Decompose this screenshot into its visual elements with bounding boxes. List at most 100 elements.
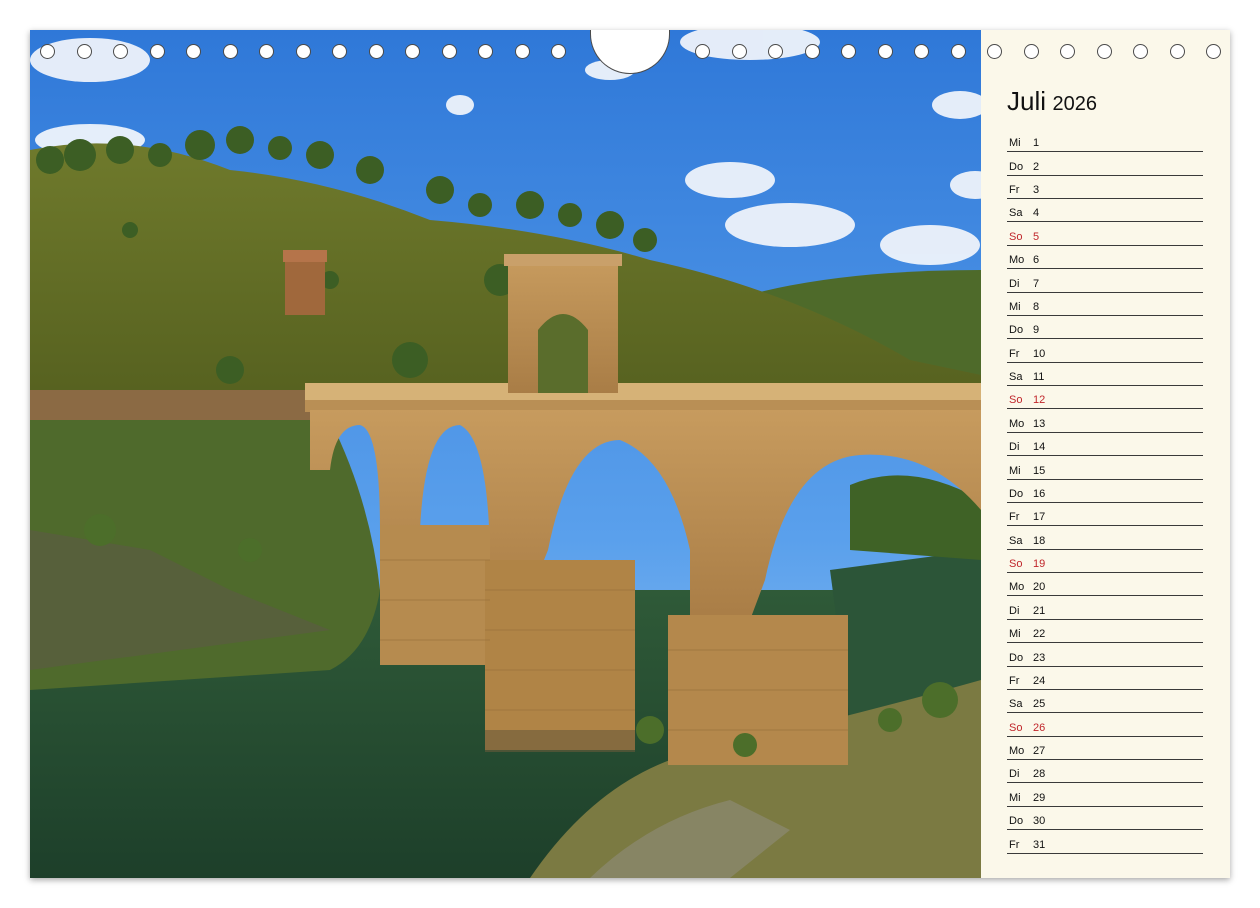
day-row: So 12 — [1007, 387, 1203, 410]
day-row: Di 7 — [1007, 270, 1203, 293]
day-number: 6 — [1033, 254, 1040, 267]
weekday-label: Mi — [1009, 791, 1021, 804]
weekday-label: Sa — [1009, 371, 1023, 384]
weekday-label: Fr — [1009, 511, 1020, 524]
calendar-photo — [30, 30, 981, 878]
day-row: So 5 — [1007, 224, 1203, 246]
day-number: 26 — [1033, 721, 1046, 734]
day-row: Sa 4 — [1007, 200, 1203, 223]
weekday-label: Do — [1009, 324, 1024, 337]
weekday-label: So — [1009, 721, 1023, 734]
day-row: Sa 25 — [1007, 691, 1203, 714]
day-number: 12 — [1033, 394, 1046, 407]
day-row: Do 16 — [1007, 481, 1203, 503]
day-number: 25 — [1033, 698, 1046, 711]
weekday-label: Do — [1009, 651, 1024, 664]
day-number: 22 — [1033, 628, 1046, 641]
roman-bridge-landscape-image — [30, 30, 981, 878]
day-number: 21 — [1033, 604, 1046, 617]
day-row: Sa 11 — [1007, 364, 1203, 387]
weekday-label: So — [1009, 558, 1023, 571]
weekday-label: Di — [1009, 277, 1020, 290]
weekday-label: Mo — [1009, 417, 1025, 430]
day-number: 4 — [1033, 207, 1040, 220]
weekday-label: Sa — [1009, 207, 1023, 220]
day-number: 15 — [1033, 464, 1046, 477]
day-row: Fr 31 — [1007, 831, 1203, 854]
day-row: Di 14 — [1007, 434, 1203, 457]
weekday-label: Di — [1009, 441, 1020, 454]
day-number: 19 — [1033, 558, 1046, 571]
day-number: 31 — [1033, 838, 1046, 851]
day-number: 8 — [1033, 300, 1040, 313]
day-number: 1 — [1033, 137, 1040, 150]
day-number: 11 — [1033, 371, 1045, 384]
day-number: 2 — [1033, 160, 1040, 173]
day-number: 13 — [1033, 417, 1046, 430]
weekday-label: Sa — [1009, 534, 1023, 547]
weekday-label: Mo — [1009, 745, 1025, 758]
day-number: 27 — [1033, 745, 1046, 758]
day-number: 20 — [1033, 581, 1046, 594]
day-number: 3 — [1033, 184, 1040, 197]
weekday-label: So — [1009, 230, 1023, 243]
day-number: 10 — [1033, 347, 1046, 360]
day-row: So 26 — [1007, 714, 1203, 737]
day-row: Fr 3 — [1007, 177, 1203, 200]
weekday-label: Fr — [1009, 184, 1020, 197]
weekday-label: Di — [1009, 604, 1020, 617]
day-number: 14 — [1033, 441, 1046, 454]
weekday-label: Mi — [1009, 137, 1021, 150]
day-row: Di 28 — [1007, 761, 1203, 784]
day-row: Mi 1 — [1007, 130, 1203, 153]
day-row: Do 30 — [1007, 808, 1203, 831]
month-year: 2026 — [1052, 93, 1097, 115]
day-list: Mi 1 Do 2 Fr 3 Sa 4 So 5 Mo 6 Di 7 Mi 8 Do 9 Fr 10 Sa 11 So 12 M… — [1007, 130, 1203, 855]
day-row: Mo 13 — [1007, 411, 1203, 433]
day-row: Di 21 — [1007, 598, 1203, 620]
day-row: Mo 20 — [1007, 574, 1203, 597]
weekday-label: Fr — [1009, 347, 1020, 360]
day-row: Fr 17 — [1007, 504, 1203, 527]
weekday-label: Do — [1009, 815, 1024, 828]
weekday-label: Sa — [1009, 698, 1023, 711]
weekday-label: Mi — [1009, 300, 1021, 313]
weekday-label: Mi — [1009, 464, 1021, 477]
day-row: Mi 8 — [1007, 294, 1203, 316]
month-heading: Juli 2026 — [1007, 86, 1097, 117]
weekday-label: Di — [1009, 768, 1020, 781]
weekday-label: Mi — [1009, 628, 1021, 641]
weekday-label: So — [1009, 394, 1023, 407]
weekday-label: Do — [1009, 487, 1024, 500]
day-number: 9 — [1033, 324, 1040, 337]
day-number: 30 — [1033, 815, 1046, 828]
day-number: 7 — [1033, 277, 1040, 290]
weekday-label: Mo — [1009, 254, 1025, 267]
day-number: 16 — [1033, 487, 1046, 500]
day-row: Mo 27 — [1007, 738, 1203, 761]
calendar-page: Juli 2026 Mi 1 Do 2 Fr 3 Sa 4 So 5 Mo 6 Di 7 Mi 8 Do 9 Fr 1… — [30, 30, 1230, 878]
day-row: Sa 18 — [1007, 527, 1203, 550]
day-row: Mi 22 — [1007, 621, 1203, 644]
month-name: Juli — [1007, 86, 1047, 116]
day-row: Mi 15 — [1007, 457, 1203, 480]
day-row: Fr 10 — [1007, 340, 1203, 363]
day-row: Mi 29 — [1007, 785, 1203, 807]
day-row: Mo 6 — [1007, 247, 1203, 270]
day-number: 24 — [1033, 674, 1046, 687]
day-row: So 19 — [1007, 551, 1203, 574]
day-row: Do 9 — [1007, 317, 1203, 340]
day-number: 18 — [1033, 534, 1046, 547]
day-number: 28 — [1033, 768, 1046, 781]
weekday-label: Fr — [1009, 838, 1020, 851]
weekday-label: Fr — [1009, 674, 1020, 687]
day-row: Do 23 — [1007, 644, 1203, 667]
day-number: 17 — [1033, 511, 1046, 524]
weekday-label: Do — [1009, 160, 1024, 173]
day-number: 23 — [1033, 651, 1046, 664]
calendar-month-panel: Juli 2026 Mi 1 Do 2 Fr 3 Sa 4 So 5 Mo 6 Di 7 Mi 8 Do 9 Fr 1… — [981, 30, 1230, 878]
day-row: Fr 24 — [1007, 668, 1203, 690]
day-number: 29 — [1033, 791, 1046, 804]
weekday-label: Mo — [1009, 581, 1025, 594]
day-row: Do 2 — [1007, 153, 1203, 176]
